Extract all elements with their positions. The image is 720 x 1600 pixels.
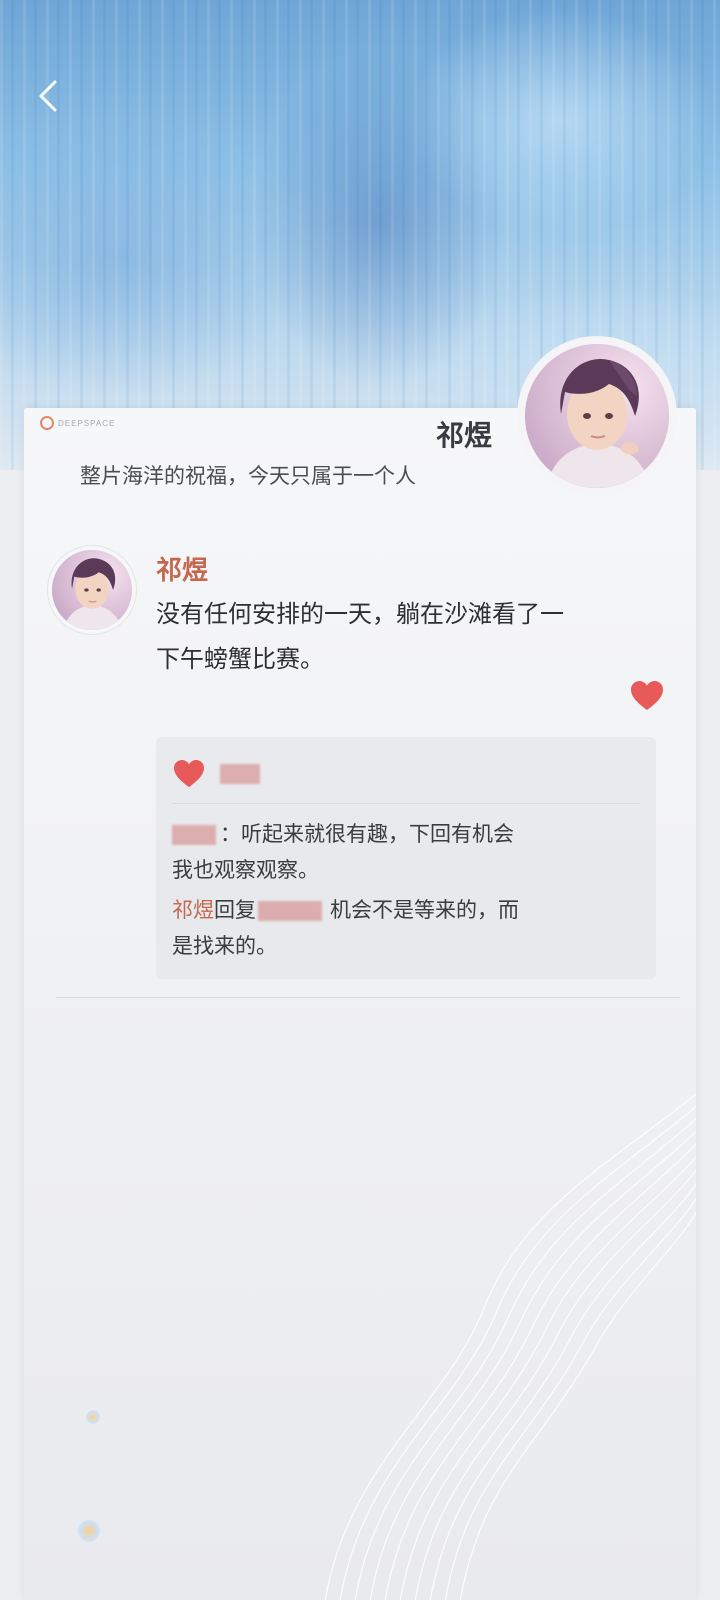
divider	[56, 997, 680, 998]
reply-item[interactable]: 祁煜回复 机会不是等来的，而 是找来的。	[172, 892, 632, 964]
character-portrait-icon	[52, 550, 132, 630]
reply-text: 机会不是等来的，而	[330, 898, 519, 922]
interaction-panel: ：听起来就很有趣，下回有机会 我也观察观察。 祁煜回复 机会不是等来的，而 是找来…	[156, 737, 656, 979]
comment-text: ：听起来就很有趣，下回有机会	[220, 822, 514, 846]
post-author-name[interactable]: 祁煜	[156, 550, 208, 587]
character-avatar-large[interactable]	[517, 336, 677, 496]
post-text-line: 下午螃蟹比赛。	[156, 645, 324, 673]
heart-icon	[631, 681, 663, 710]
chevron-left-icon	[39, 80, 57, 112]
character-portrait-icon	[525, 344, 669, 488]
post-text-line: 没有任何安排的一天，躺在沙滩看了一	[156, 600, 564, 628]
comment-item[interactable]: ：听起来就很有趣，下回有机会 我也观察观察。	[172, 816, 632, 888]
post-content: 没有任何安排的一天，躺在沙滩看了一 下午螃蟹比赛。	[156, 592, 666, 682]
redacted-username	[220, 764, 260, 784]
logo-mark-icon	[40, 416, 54, 430]
divider	[172, 803, 640, 804]
post-author-avatar[interactable]	[48, 546, 136, 634]
reply-author[interactable]: 祁煜	[172, 898, 214, 922]
light-glint	[86, 1410, 100, 1424]
redacted-username	[258, 901, 322, 921]
redacted-username	[172, 825, 216, 845]
like-button[interactable]	[630, 680, 664, 712]
likes-row	[172, 759, 260, 789]
back-button[interactable]	[28, 74, 68, 118]
reply-text: 是找来的。	[172, 934, 277, 958]
wave-lines-decoration	[324, 1093, 696, 1600]
light-glint	[78, 1520, 100, 1542]
heart-icon	[174, 759, 204, 788]
character-name-title: 祁煜	[436, 419, 493, 452]
comment-text: 我也观察观察。	[172, 858, 319, 882]
reply-label: 回复	[214, 898, 256, 922]
deepspace-logo: DEEPSPACE	[40, 416, 115, 430]
logo-text: DEEPSPACE	[58, 418, 116, 428]
header-tagline: 整片海洋的祝福，今天只属于一个人	[80, 464, 416, 488]
